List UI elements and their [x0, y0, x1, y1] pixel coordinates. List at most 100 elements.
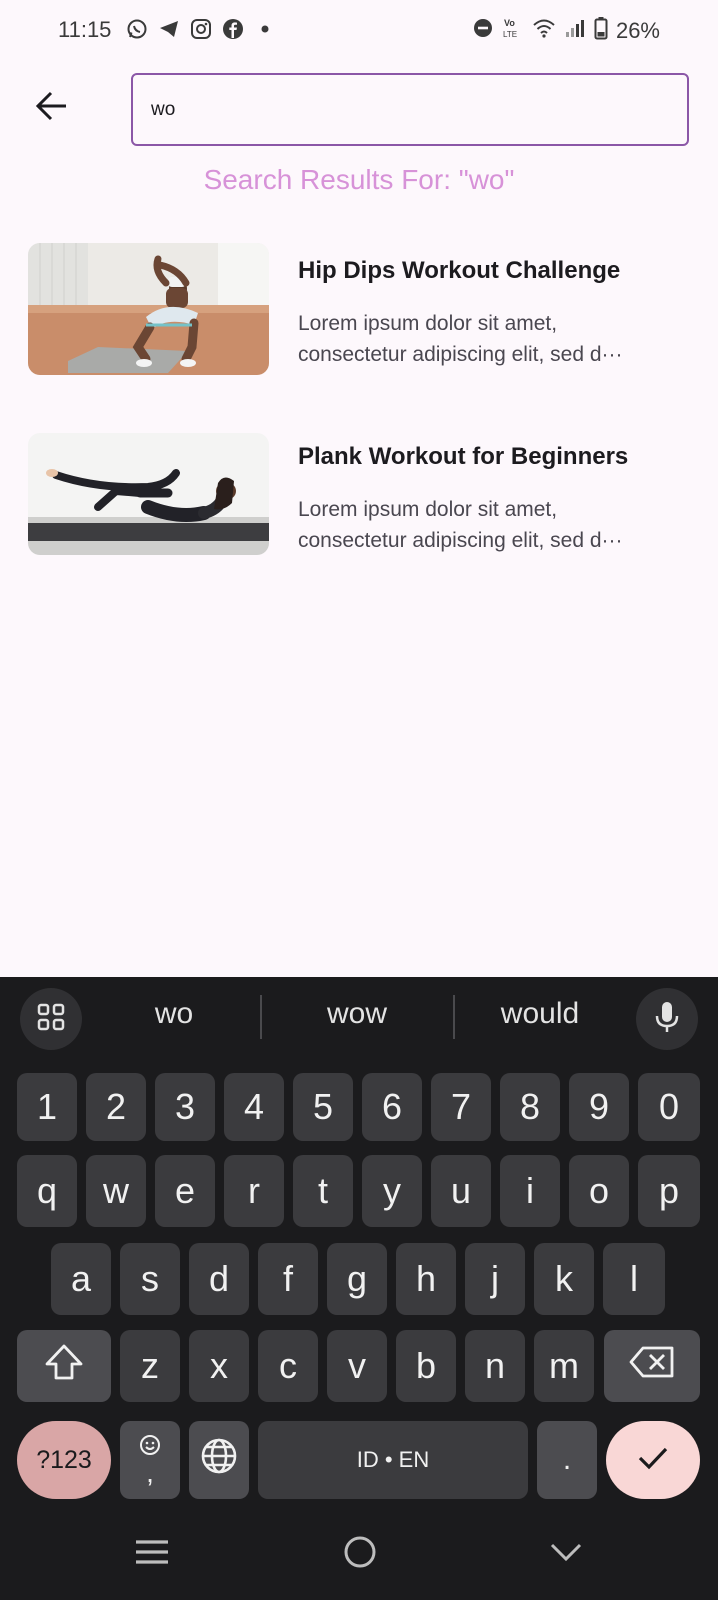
key-1[interactable]: 1 — [17, 1073, 77, 1141]
voice-input-button[interactable] — [636, 988, 698, 1050]
result-description-line: Lorem ipsum dolor sit amet, — [298, 312, 558, 335]
comma-label: , — [146, 1457, 154, 1488]
svg-text:LTE: LTE — [503, 30, 517, 39]
key-m[interactable]: m — [534, 1330, 594, 1402]
symbols-key[interactable]: ?123 — [17, 1421, 111, 1499]
dnd-icon — [472, 17, 494, 44]
key-q[interactable]: q — [17, 1155, 77, 1227]
key-0[interactable]: 0 — [638, 1073, 700, 1141]
whatsapp-icon — [126, 18, 148, 40]
key-5[interactable]: 5 — [293, 1073, 353, 1141]
shift-icon — [43, 1342, 85, 1391]
chevron-down-icon — [549, 1541, 583, 1568]
key-f[interactable]: f — [258, 1243, 318, 1315]
key-x[interactable]: x — [189, 1330, 249, 1402]
backspace-icon — [628, 1344, 676, 1389]
home-circle-icon — [342, 1534, 378, 1575]
battery-icon — [594, 16, 608, 45]
suggestion-3[interactable]: would — [465, 997, 615, 1031]
key-7[interactable]: 7 — [431, 1073, 491, 1141]
search-field[interactable] — [131, 73, 689, 146]
result-description-line: Lorem ipsum dolor sit amet, — [298, 498, 558, 521]
key-8[interactable]: 8 — [500, 1073, 560, 1141]
key-e[interactable]: e — [155, 1155, 215, 1227]
keyboard-menu-button[interactable] — [20, 988, 82, 1050]
result-item[interactable]: Hip Dips Workout Challenge Lorem ipsum d… — [28, 243, 690, 383]
key-9[interactable]: 9 — [569, 1073, 629, 1141]
dot-icon — [254, 18, 276, 40]
period-key[interactable]: . — [537, 1421, 597, 1499]
status-app-icons — [126, 18, 276, 40]
menu-lines-icon — [134, 1537, 170, 1572]
key-b[interactable]: b — [396, 1330, 456, 1402]
search-input[interactable] — [151, 98, 669, 121]
language-key[interactable] — [189, 1421, 249, 1499]
grid-icon — [36, 1002, 66, 1037]
suggestion-divider — [260, 995, 262, 1039]
backspace-key[interactable] — [604, 1330, 700, 1402]
enter-key[interactable] — [606, 1421, 700, 1499]
result-thumbnail-hip-dips — [28, 243, 269, 375]
result-description: Lorem ipsum dolor sit amet, consectetur … — [298, 494, 678, 556]
battery-percentage: 26% — [615, 17, 660, 43]
key-j[interactable]: j — [465, 1243, 525, 1315]
key-6[interactable]: 6 — [362, 1073, 422, 1141]
key-v[interactable]: v — [327, 1330, 387, 1402]
back-button[interactable] — [32, 88, 72, 128]
key-h[interactable]: h — [396, 1243, 456, 1315]
key-4[interactable]: 4 — [224, 1073, 284, 1141]
suggestion-2[interactable]: wow — [282, 997, 432, 1031]
status-right-group: Vo LTE 26% — [472, 16, 660, 45]
volte-icon: Vo LTE — [502, 16, 524, 45]
result-thumbnail-plank — [28, 433, 269, 555]
wifi-icon — [532, 17, 556, 44]
key-y[interactable]: y — [362, 1155, 422, 1227]
key-l[interactable]: l — [603, 1243, 665, 1315]
key-2[interactable]: 2 — [86, 1073, 146, 1141]
key-z[interactable]: z — [120, 1330, 180, 1402]
result-description-line: consectetur adipiscing elit, sed d··· — [298, 343, 623, 366]
check-icon — [636, 1439, 670, 1481]
result-title: Plank Workout for Beginners — [298, 443, 629, 470]
key-n[interactable]: n — [465, 1330, 525, 1402]
result-description-line: consectetur adipiscing elit, sed d··· — [298, 529, 623, 552]
globe-icon — [200, 1437, 238, 1484]
shift-key[interactable] — [17, 1330, 111, 1402]
status-time: 11:15 — [58, 17, 112, 42]
key-s[interactable]: s — [120, 1243, 180, 1315]
back-arrow-icon — [35, 91, 69, 126]
key-p[interactable]: p — [638, 1155, 700, 1227]
key-a[interactable]: a — [51, 1243, 111, 1315]
key-r[interactable]: r — [224, 1155, 284, 1227]
result-description: Lorem ipsum dolor sit amet, consectetur … — [298, 308, 678, 370]
microphone-icon — [654, 1000, 680, 1039]
suggestion-bar: wo wow would — [0, 977, 718, 1057]
status-bar: 11:15 Vo LTE 26% — [0, 0, 718, 60]
emoji-comma-key[interactable]: , — [120, 1421, 180, 1499]
svg-text:Vo: Vo — [504, 18, 515, 28]
key-3[interactable]: 3 — [155, 1073, 215, 1141]
key-g[interactable]: g — [327, 1243, 387, 1315]
key-u[interactable]: u — [431, 1155, 491, 1227]
signal-icon — [564, 17, 586, 44]
recents-button[interactable] — [128, 1530, 176, 1578]
telegram-icon — [158, 18, 180, 40]
result-item[interactable]: Plank Workout for Beginners Lorem ipsum … — [28, 433, 690, 573]
facebook-icon — [222, 18, 244, 40]
space-key[interactable]: ID • EN — [258, 1421, 528, 1499]
back-nav-button[interactable] — [542, 1530, 590, 1578]
results-heading: Search Results For: "wo" — [203, 164, 515, 195]
key-c[interactable]: c — [258, 1330, 318, 1402]
result-title: Hip Dips Workout Challenge — [298, 257, 621, 284]
key-o[interactable]: o — [569, 1155, 629, 1227]
suggestion-1[interactable]: wo — [99, 997, 249, 1031]
instagram-icon — [190, 18, 212, 40]
key-k[interactable]: k — [534, 1243, 594, 1315]
key-d[interactable]: d — [189, 1243, 249, 1315]
key-i[interactable]: i — [500, 1155, 560, 1227]
key-t[interactable]: t — [293, 1155, 353, 1227]
home-button[interactable] — [336, 1530, 384, 1578]
key-w[interactable]: w — [86, 1155, 146, 1227]
system-nav-bar — [0, 1500, 718, 1600]
suggestion-divider — [453, 995, 455, 1039]
